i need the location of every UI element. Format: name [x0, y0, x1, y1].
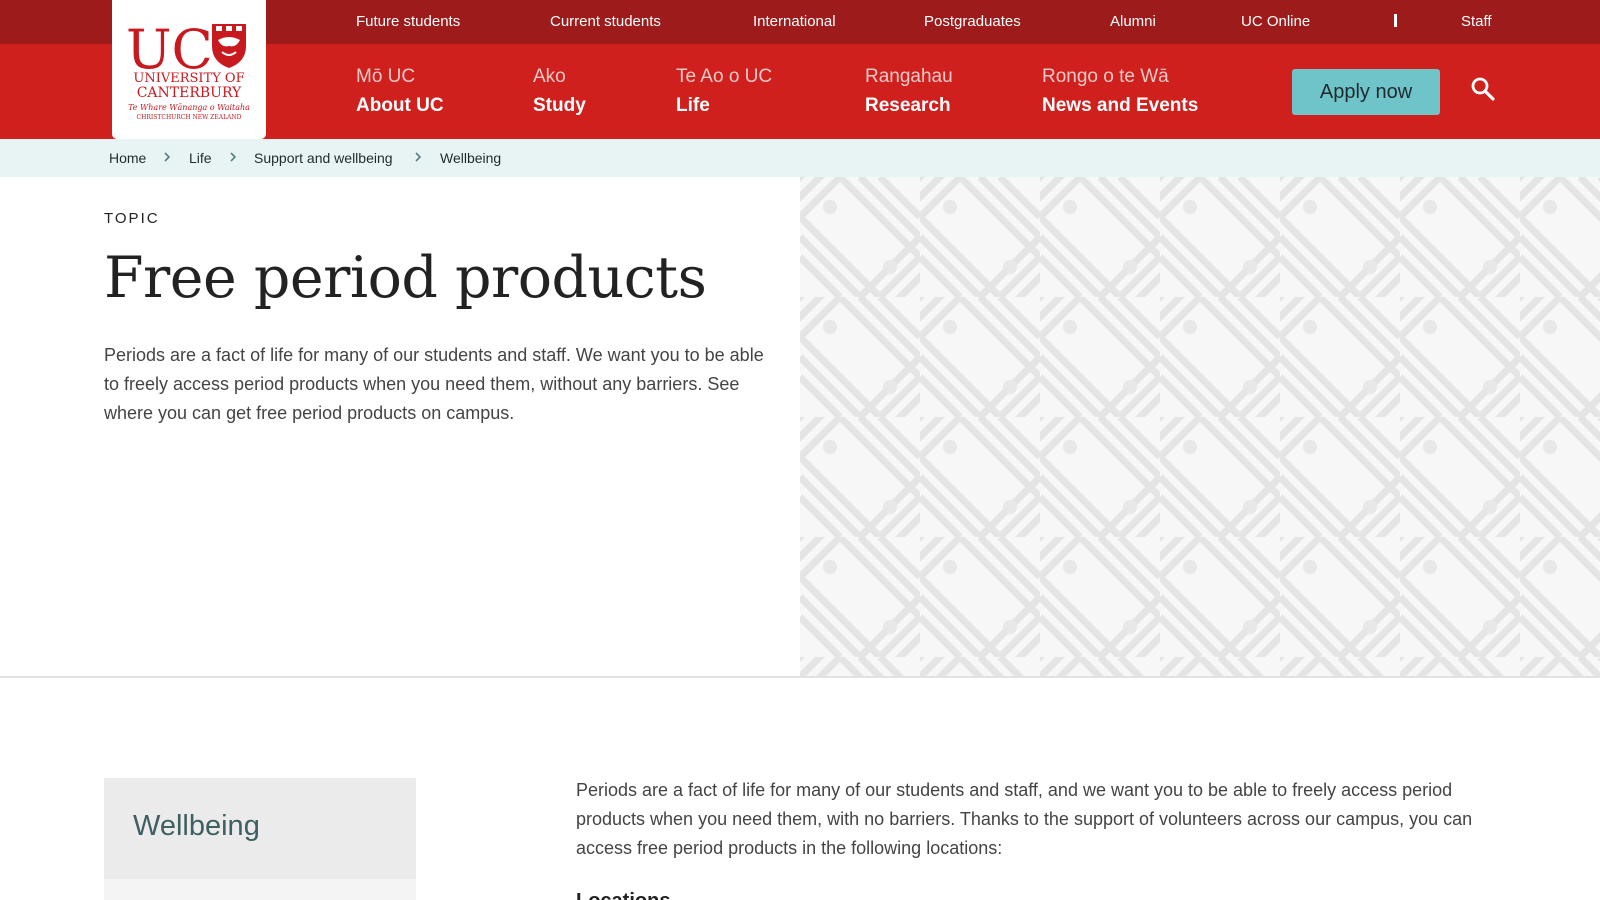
- apply-now-button[interactable]: Apply now: [1292, 69, 1440, 115]
- chevron-right-icon: [164, 152, 171, 162]
- chevron-right-icon: [230, 152, 237, 162]
- university-crest-icon: UC UNIVERSITY OF CANTERBURY Te Whare Wān…: [126, 18, 250, 121]
- nav-item-about-uc[interactable]: Mō UC About UC: [356, 66, 444, 117]
- logo-line-canterbury: CANTERBURY: [137, 85, 242, 101]
- utility-link-alumni[interactable]: Alumni: [1110, 13, 1156, 30]
- breadcrumb-life[interactable]: Life: [189, 150, 212, 166]
- nav-item-maori-label: Rangahau: [865, 66, 953, 87]
- nav-item-english-label: Research: [865, 95, 951, 116]
- utility-divider: [1394, 14, 1397, 27]
- utility-link-staff[interactable]: Staff: [1461, 13, 1492, 30]
- side-nav-header[interactable]: Wellbeing: [104, 778, 416, 879]
- nav-item-life[interactable]: Te Ao o UC Life: [676, 66, 772, 117]
- logo-line-location: CHRISTCHURCH NEW ZEALAND: [137, 114, 242, 121]
- nav-item-maori-label: Te Ao o UC: [676, 66, 773, 87]
- hero-eyebrow: TOPIC: [104, 210, 160, 227]
- section-heading-locations: Locations: [576, 890, 670, 900]
- logo-line-university-of: UNIVERSITY OF: [133, 71, 244, 86]
- nav-item-research[interactable]: Rangahau Research: [865, 66, 953, 117]
- nav-item-news-and-events[interactable]: Rongo o te Wā News and Events: [1042, 66, 1198, 117]
- breadcrumb-home[interactable]: Home: [109, 150, 146, 166]
- utility-link-international[interactable]: International: [753, 13, 836, 30]
- nav-item-study[interactable]: Ako Study: [533, 66, 586, 117]
- breadcrumb-support-and-wellbeing[interactable]: Support and wellbeing: [254, 150, 393, 166]
- utility-link-postgraduates[interactable]: Postgraduates: [924, 13, 1021, 30]
- breadcrumb-wellbeing: Wellbeing: [440, 150, 502, 166]
- nav-item-english-label: About UC: [356, 95, 444, 116]
- nav-item-maori-label: Rongo o te Wā: [1042, 66, 1169, 87]
- chevron-right-icon: [415, 152, 422, 162]
- woven-pattern-graphic: [800, 177, 1600, 677]
- utility-link-uc-online[interactable]: UC Online: [1241, 13, 1310, 30]
- page-title: Free period products: [104, 245, 707, 311]
- side-nav-list: [104, 879, 416, 900]
- utility-link-future-students[interactable]: Future students: [356, 13, 460, 30]
- uc-logo[interactable]: UC UNIVERSITY OF CANTERBURY Te Whare Wān…: [112, 0, 266, 139]
- hero-pattern-panel: [800, 177, 1600, 677]
- content-paragraph: Periods are a fact of life for many of o…: [576, 780, 1473, 858]
- crest-shield: [212, 24, 246, 68]
- side-nav-title: Wellbeing: [133, 810, 260, 842]
- utility-link-current-students[interactable]: Current students: [550, 13, 661, 30]
- breadcrumb: Home Life Support and wellbeing Wellbein…: [0, 139, 1600, 177]
- nav-item-english-label: Study: [533, 95, 586, 116]
- search-icon: [1471, 77, 1495, 101]
- search-button[interactable]: [1468, 74, 1498, 104]
- nav-item-english-label: News and Events: [1042, 95, 1199, 116]
- hero-divider: [0, 676, 1600, 678]
- nav-item-maori-label: Ako: [533, 66, 566, 87]
- nav-item-maori-label: Mō UC: [356, 66, 416, 87]
- nav-item-english-label: Life: [676, 95, 710, 116]
- logo-line-maori: Te Whare Wānanga o Waitaha: [128, 103, 250, 112]
- hero-intro: Periods are a fact of life for many of o…: [104, 345, 764, 423]
